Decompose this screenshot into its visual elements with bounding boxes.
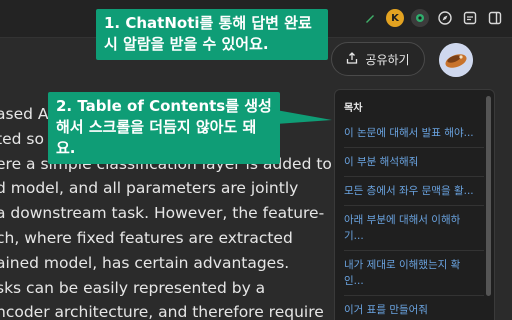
avatar[interactable]: [439, 43, 473, 77]
toc-scrollbar[interactable]: [486, 96, 491, 296]
callout-toc: 2. Table of Contents를 생성해서 스크롤을 더듬지 않아도 …: [48, 92, 280, 164]
table-of-contents: 목차 이 논문에 대해서 발표 해야... 이 부분 해석해줘 모든 층에서 좌…: [334, 89, 495, 320]
text-line: sks can be easily represented by a: [0, 278, 266, 297]
toc-item[interactable]: 이 부분 해석해줘: [344, 154, 484, 177]
toolbar-icons: K: [361, 9, 504, 27]
toc-title: 목차: [344, 103, 363, 114]
text-line: ained model, has certain advantages.: [0, 253, 290, 272]
chatnoti-icon[interactable]: [411, 9, 429, 27]
text-line: ch, where fixed features are extracted: [0, 228, 293, 247]
k-extension-icon[interactable]: K: [386, 9, 404, 27]
pen-icon[interactable]: [361, 9, 379, 27]
toc-item[interactable]: 아래 부분에 대해서 이해하기...: [344, 212, 484, 251]
toc-item[interactable]: 모든 층에서 좌우 문맥을 활...: [344, 183, 484, 206]
app-window: K ased Ap ted so far have used the fine-…: [0, 0, 512, 320]
toc-item[interactable]: 이 논문에 대해서 발표 해야...: [344, 125, 484, 148]
text-line: a downstream task. However, the feature-: [0, 204, 325, 223]
sidebar-icon[interactable]: [486, 9, 504, 27]
text-line: ncoder architecture, and therefore requi…: [0, 303, 324, 320]
share-label: 공유하기: [365, 52, 410, 67]
callout-chatnoti: 1. ChatNoti를 통해 답변 완료 시 알람을 받을 수 있어요.: [96, 9, 328, 60]
compass-icon[interactable]: [436, 9, 454, 27]
extensions-icon[interactable]: [461, 9, 479, 27]
toc-item[interactable]: 이거 표를 만들어줘: [344, 302, 484, 320]
share-icon: [346, 51, 358, 67]
document-reader: ased Ap ted so far have used the fine-tu…: [0, 38, 332, 320]
share-button[interactable]: 공유하기: [331, 42, 425, 76]
text-line: d model, and all parameters are jointly: [0, 179, 299, 198]
toc-item[interactable]: 내가 제대로 이해했는지 확인...: [344, 257, 484, 296]
